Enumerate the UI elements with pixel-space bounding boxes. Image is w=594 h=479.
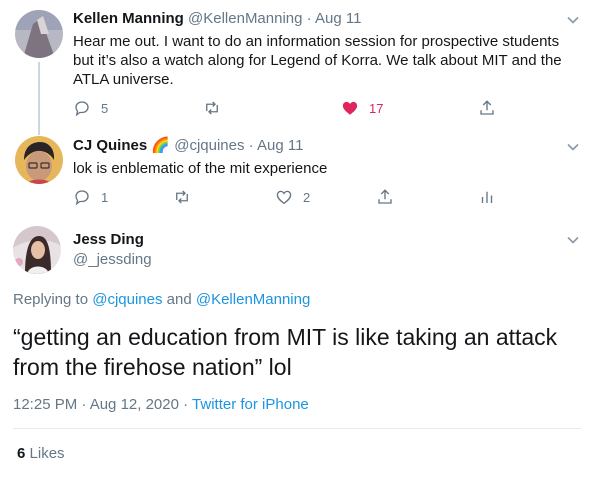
display-name[interactable]: Kellen Manning <box>73 10 184 27</box>
main-handle-wrap: @_jessding <box>73 250 152 270</box>
tweet-date[interactable]: Aug 11 <box>257 137 303 154</box>
share-icon <box>378 189 392 204</box>
analytics-icon <box>481 191 493 203</box>
rainbow-emoji: 🌈 <box>151 137 171 154</box>
reply-icon <box>75 190 89 206</box>
tweet-text: lok is enblematic of the mit experience <box>73 160 328 177</box>
reply-mention-kellen[interactable]: @KellenManning <box>196 291 310 308</box>
tweet-meta: 12:25 PM · Aug 12, 2020 · Twitter for iP… <box>13 396 309 413</box>
tweet-actions: 5 17 <box>73 97 513 119</box>
tweet-header: CJ Quines 🌈 @cjquines · Aug 11 <box>73 136 303 156</box>
replying-prefix: Replying to <box>13 291 89 308</box>
reply-count: 1 <box>101 189 109 205</box>
tweet-date[interactable]: Aug 11 <box>315 10 361 27</box>
replying-to: Replying to @cjquines and @KellenManning <box>13 291 310 308</box>
thread-line <box>38 125 40 135</box>
chevron-down-icon[interactable] <box>566 13 580 27</box>
like-button[interactable]: 2 <box>275 186 310 208</box>
replying-and: and <box>166 291 192 308</box>
display-name[interactable]: Jess Ding <box>73 231 144 248</box>
main-tweet-text: “getting an education from MIT is like t… <box>13 324 558 380</box>
share-button[interactable] <box>478 97 496 119</box>
chevron-down-icon[interactable] <box>566 140 580 154</box>
tweet-text: Hear me out. I want to do an information… <box>73 33 562 88</box>
reply-mention-cjquines[interactable]: @cjquines <box>92 291 162 308</box>
likes-label: Likes <box>29 445 65 462</box>
heart-icon <box>276 190 292 205</box>
like-count: 17 <box>369 100 384 116</box>
reply-icon <box>75 101 89 117</box>
retweet-icon <box>176 190 188 204</box>
tweet-actions: 1 2 <box>73 186 513 208</box>
retweet-button[interactable] <box>203 97 221 119</box>
likes-summary[interactable]: 6 Likes <box>17 445 65 462</box>
analytics-button[interactable] <box>478 186 496 208</box>
tweet-header: Kellen Manning @KellenManning · Aug 11 <box>73 9 361 29</box>
like-button[interactable]: 17 <box>341 97 383 119</box>
share-icon <box>480 100 494 115</box>
handle[interactable]: @_jessding <box>73 251 152 268</box>
avatar-cjquines[interactable] <box>15 136 63 184</box>
heart-filled-icon <box>342 101 358 115</box>
likes-count: 6 <box>17 445 26 462</box>
handle[interactable]: @cjquines <box>174 137 244 154</box>
chevron-down-icon[interactable] <box>566 233 580 247</box>
retweet-icon <box>206 101 218 115</box>
divider <box>13 428 581 429</box>
meta-separator: · <box>183 396 189 413</box>
dot-separator: · <box>248 137 254 154</box>
like-count: 2 <box>303 189 311 205</box>
tweet-timestamp[interactable]: 12:25 PM · Aug 12, 2020 <box>13 396 179 413</box>
tweet-client[interactable]: Twitter for iPhone <box>192 396 309 413</box>
dot-separator: · <box>306 10 312 27</box>
retweet-button[interactable] <box>173 186 191 208</box>
reply-button[interactable]: 5 <box>73 97 108 119</box>
handle[interactable]: @KellenManning <box>188 10 302 27</box>
reply-button[interactable]: 1 <box>73 186 108 208</box>
share-button[interactable] <box>376 186 394 208</box>
thread-line <box>38 62 40 126</box>
main-display-name-wrap: Jess Ding <box>73 230 144 250</box>
avatar-jessding[interactable] <box>13 226 61 274</box>
reply-count: 5 <box>101 100 109 116</box>
avatar-kellen[interactable] <box>15 10 63 58</box>
display-name[interactable]: CJ Quines <box>73 137 147 154</box>
